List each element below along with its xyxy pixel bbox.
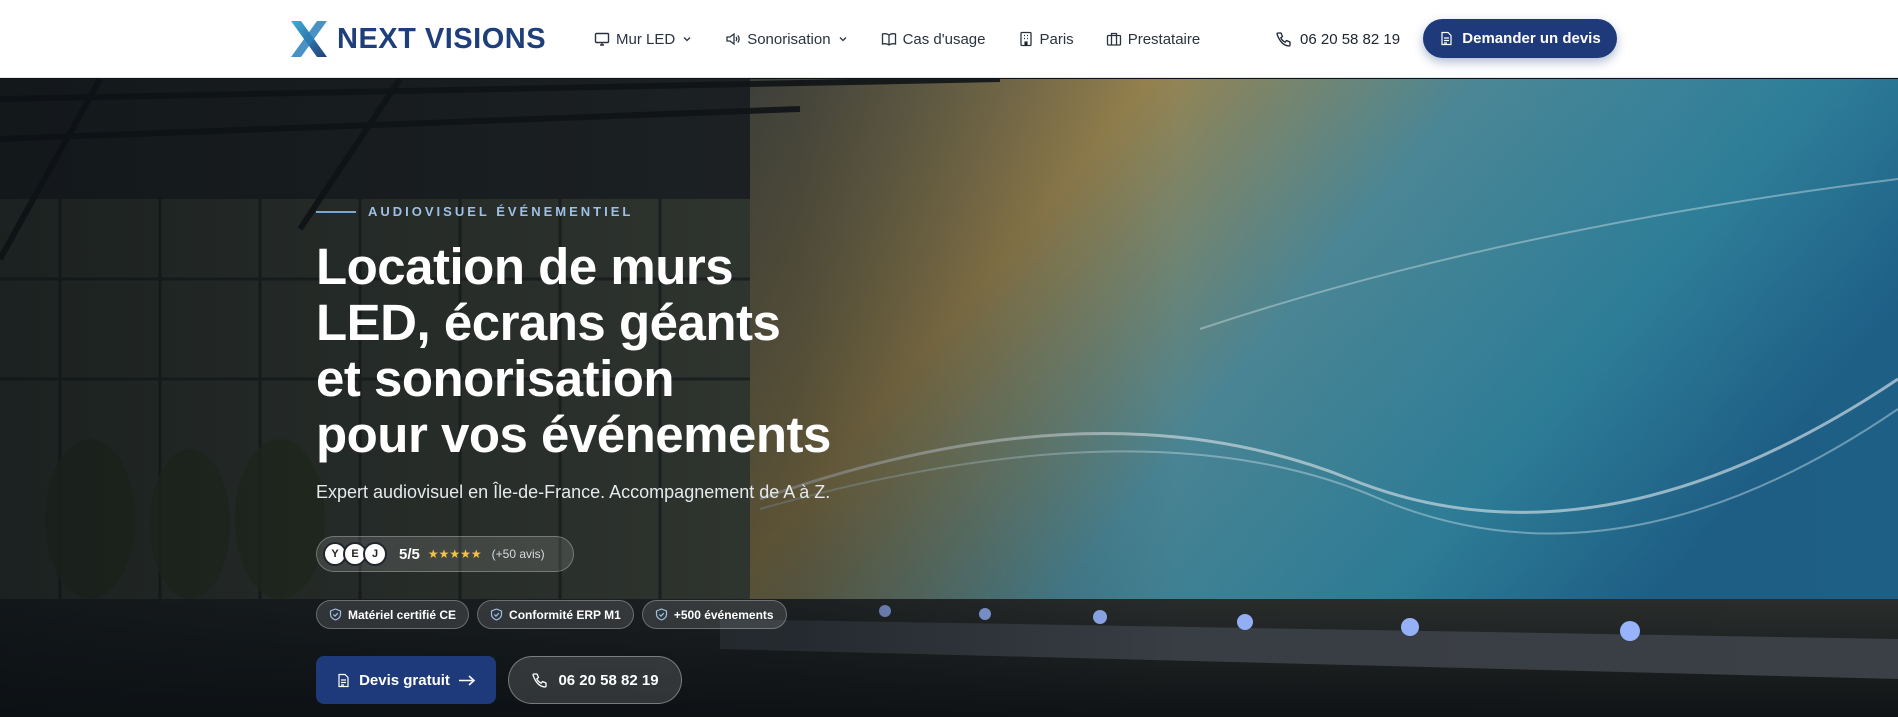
- headline-line: LED, écrans géants: [316, 294, 781, 351]
- request-quote-label: Demander un devis: [1462, 30, 1601, 47]
- nav-item-mur-led[interactable]: Mur LED: [594, 31, 693, 48]
- free-quote-label: Devis gratuit: [359, 671, 450, 689]
- eyebrow-text: AUDIOVISUEL ÉVÉNEMENTIEL: [368, 204, 634, 219]
- badge-erp: Conformité ERP M1: [477, 600, 634, 629]
- briefcase-icon: [1106, 32, 1121, 46]
- badge-events: +500 événements: [641, 600, 787, 629]
- arrow-right-icon: [458, 674, 476, 686]
- free-quote-button[interactable]: Devis gratuit: [316, 656, 496, 704]
- logo-x-icon: [291, 21, 327, 57]
- phone-icon: [1276, 31, 1291, 47]
- chevron-down-icon: [839, 37, 847, 42]
- headline-line: Location de murs: [316, 238, 734, 295]
- header-phone-link[interactable]: 06 20 58 82 19: [1275, 0, 1400, 78]
- site-header: NEXT VISIONS Mur LED Sonorisation Cas d'…: [0, 0, 1898, 78]
- headline-line: pour vos événements: [316, 406, 831, 463]
- request-quote-button[interactable]: Demander un devis: [1423, 19, 1617, 58]
- hero-subtitle: Expert audiovisuel en Île-de-France. Acc…: [316, 482, 831, 502]
- nav-item-cas-usage[interactable]: Cas d'usage: [881, 31, 986, 48]
- rating-pill: Y E J 5/5 ★★★★★ (+50 avis): [316, 536, 574, 572]
- badge-label: Conformité ERP M1: [509, 607, 621, 622]
- nav-label: Prestataire: [1127, 30, 1201, 48]
- header-phone-number: 06 20 58 82 19: [1300, 30, 1401, 48]
- monitor-icon: [594, 32, 610, 46]
- hero-section: AUDIOVISUEL ÉVÉNEMENTIEL Location de mur…: [0, 79, 1898, 717]
- book-icon: [881, 33, 896, 46]
- hero-eyebrow: AUDIOVISUEL ÉVÉNEMENTIEL: [316, 204, 633, 219]
- eyebrow-line: [316, 210, 356, 213]
- speaker-icon: [726, 32, 740, 46]
- main-nav: Mur LED Sonorisation Cas d'usage Paris P…: [594, 0, 1232, 78]
- rating-reviews-count: (+50 avis): [491, 547, 545, 561]
- logo-text: NEXT VISIONS: [337, 22, 547, 55]
- rating-stars: ★★★★★: [427, 547, 482, 561]
- headline-line: et sonorisation: [316, 350, 675, 407]
- logo[interactable]: NEXT VISIONS: [287, 18, 546, 60]
- document-icon: [338, 673, 349, 687]
- nav-label: Mur LED: [616, 30, 676, 48]
- avatar: J: [363, 542, 387, 566]
- nav-label: Paris: [1039, 30, 1074, 48]
- trust-badges: Matériel certifié CE Conformité ERP M1 +…: [316, 600, 795, 629]
- document-icon: [1441, 31, 1452, 46]
- shield-check-icon: [655, 608, 667, 621]
- nav-label: Cas d'usage: [902, 30, 986, 48]
- badge-label: Matériel certifié CE: [348, 607, 457, 622]
- nav-item-paris[interactable]: Paris: [1018, 31, 1074, 48]
- hero-actions: Devis gratuit 06 20 58 82 19: [316, 656, 682, 704]
- call-button[interactable]: 06 20 58 82 19: [508, 656, 682, 704]
- hero-headline: Location de murs LED, écrans géants et s…: [316, 239, 936, 463]
- phone-icon: [532, 672, 548, 688]
- rating-score: 5/5: [399, 545, 420, 563]
- badge-ce: Matériel certifié CE: [316, 600, 470, 629]
- nav-item-prestataire[interactable]: Prestataire: [1106, 30, 1201, 48]
- shield-check-icon: [490, 608, 503, 621]
- nav-item-sonorisation[interactable]: Sonorisation: [725, 31, 848, 48]
- call-button-label: 06 20 58 82 19: [558, 671, 659, 689]
- building-icon: [1019, 31, 1032, 47]
- nav-label: Sonorisation: [747, 30, 831, 48]
- hero-background-image: [0, 79, 1898, 717]
- shield-check-icon: [329, 608, 342, 621]
- badge-label: +500 événements: [673, 607, 774, 622]
- chevron-down-icon: [683, 37, 691, 42]
